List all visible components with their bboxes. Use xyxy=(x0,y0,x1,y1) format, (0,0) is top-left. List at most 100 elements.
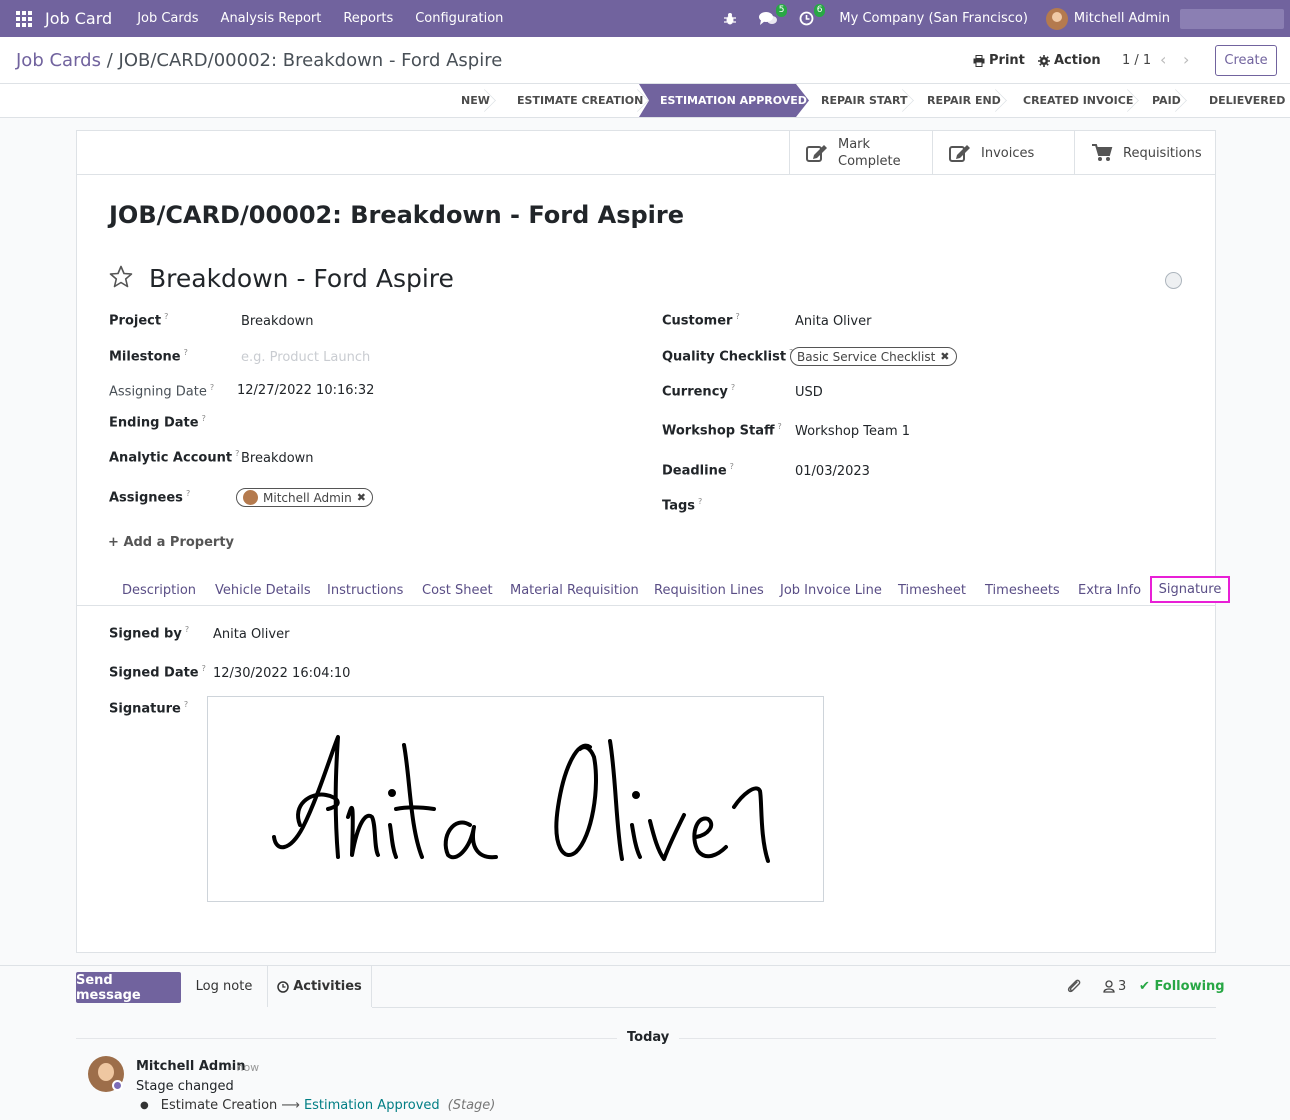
tab-timesheets[interactable]: Timesheets xyxy=(985,583,1060,598)
currency-field[interactable]: USD xyxy=(795,385,823,400)
analytic-account-label: Analytic Account? xyxy=(109,449,239,465)
star-icon[interactable] xyxy=(109,265,133,292)
add-property-button[interactable]: + Add a Property xyxy=(108,535,234,550)
remove-tag-icon[interactable]: ✖ xyxy=(940,350,949,363)
ending-date-label: Ending Date? xyxy=(109,414,206,430)
breadcrumb-parent[interactable]: Job Cards xyxy=(16,50,101,71)
create-button[interactable]: Create xyxy=(1215,45,1277,76)
breadcrumb-current: JOB/CARD/00002: Breakdown - Ford Aspire xyxy=(118,50,503,71)
pager-previous-icon[interactable]: ‹ xyxy=(1160,50,1166,69)
invoices-button[interactable]: Invoices xyxy=(932,131,1074,175)
pager-value[interactable]: 1 / 1 xyxy=(1122,53,1151,68)
action-button[interactable]: Action xyxy=(1038,53,1101,68)
mark-label: Mark xyxy=(838,137,871,152)
requisitions-button[interactable]: Requisitions xyxy=(1074,131,1215,175)
pager-next-icon[interactable]: › xyxy=(1183,50,1189,69)
breadcrumb-separator: / xyxy=(106,50,113,71)
user-avatar[interactable] xyxy=(1045,7,1068,30)
milestone-field[interactable]: e.g. Product Launch xyxy=(241,350,370,365)
paperclip-icon[interactable] xyxy=(1066,978,1082,998)
tab-timesheet[interactable]: Timesheet xyxy=(898,583,966,598)
help-marker: ? xyxy=(183,700,189,709)
assignees-label: Assignees? xyxy=(109,489,190,505)
kanban-state-indicator[interactable] xyxy=(1165,272,1182,289)
stage-estimate-creation[interactable]: ESTIMATE CREATION xyxy=(517,84,643,117)
signed-date-field[interactable]: 12/30/2022 16:04:10 xyxy=(213,666,350,681)
tracking-value-line: ● Estimate Creation ⟶ Estimation Approve… xyxy=(140,1098,495,1113)
messages-icon[interactable]: 5 xyxy=(759,3,788,28)
print-icon xyxy=(973,54,985,67)
mark-complete-button[interactable]: Mark Complete xyxy=(789,131,932,175)
tab-instructions[interactable]: Instructions xyxy=(327,583,403,598)
workshop-staff-field[interactable]: Workshop Team 1 xyxy=(795,424,910,439)
assignee-avatar xyxy=(243,490,258,505)
help-marker: ? xyxy=(735,312,740,321)
tab-vehicle-details[interactable]: Vehicle Details xyxy=(215,583,311,598)
stage-statusbar: NEW ESTIMATE CREATION ESTIMATION APPROVE… xyxy=(0,84,1290,118)
assignee-tag[interactable]: Mitchell Admin ✖ xyxy=(236,488,373,507)
signed-by-label-text: Signed by xyxy=(109,626,182,642)
followers-button[interactable]: 3 xyxy=(1103,979,1126,994)
user-menu[interactable]: Mitchell Admin xyxy=(1074,11,1170,26)
analytic-account-field[interactable]: Breakdown xyxy=(241,451,314,466)
following-button[interactable]: ✔ Following xyxy=(1139,979,1225,994)
stage-estimation-approved[interactable]: ESTIMATION APPROVED xyxy=(639,84,809,117)
tags-label: Tags? xyxy=(662,497,702,513)
signed-date-label-text: Signed Date xyxy=(109,665,199,681)
quality-checklist-label-text: Quality Checklist xyxy=(662,349,787,365)
tab-signature[interactable]: Signature xyxy=(1150,576,1230,603)
signed-by-field[interactable]: Anita Oliver xyxy=(213,627,289,642)
tab-extra-info[interactable]: Extra Info xyxy=(1078,583,1141,598)
requisitions-label: Requisitions xyxy=(1123,145,1202,161)
check-icon: ✔ xyxy=(1139,979,1150,994)
following-label: Following xyxy=(1154,979,1225,994)
help-marker: ? xyxy=(201,664,206,673)
activities-clock-icon[interactable]: 6 xyxy=(797,3,826,28)
tab-cost-sheet[interactable]: Cost Sheet xyxy=(422,583,493,598)
stage-paid[interactable]: PAID xyxy=(1152,84,1181,117)
activities-button[interactable]: Activities xyxy=(267,966,372,1007)
stage-delievered[interactable]: DELIEVERED xyxy=(1209,84,1285,117)
assigning-date-field[interactable]: 12/27/2022 10:16:32 xyxy=(237,383,374,398)
stage-created-invoice[interactable]: CREATED INVOICE xyxy=(1023,84,1133,117)
print-label: Print xyxy=(989,53,1025,68)
remove-tag-icon[interactable]: ✖ xyxy=(357,491,366,504)
date-separator: Today xyxy=(617,1030,680,1045)
deadline-field[interactable]: 01/03/2023 xyxy=(795,464,870,479)
quality-checklist-tag[interactable]: Basic Service Checklist ✖ xyxy=(790,347,957,366)
tab-description[interactable]: Description xyxy=(122,583,196,598)
send-message-button[interactable]: Send message xyxy=(76,972,181,1003)
menu-job-cards[interactable]: Job Cards xyxy=(137,11,198,26)
stage-repair-end[interactable]: REPAIR END xyxy=(927,84,1001,117)
message-time: - now xyxy=(229,1061,260,1074)
activities-label: Activities xyxy=(293,979,362,994)
tab-requisition-lines[interactable]: Requisition Lines xyxy=(654,583,764,598)
task-name[interactable]: Breakdown - Ford Aspire xyxy=(149,264,454,293)
menu-configuration[interactable]: Configuration xyxy=(415,11,503,26)
app-title[interactable]: Job Card xyxy=(45,9,112,28)
debug-bug-icon[interactable] xyxy=(721,10,739,28)
signature-label: Signature? xyxy=(109,700,188,716)
customer-label: Customer? xyxy=(662,312,740,328)
help-marker: ? xyxy=(730,383,736,392)
menu-analysis-report[interactable]: Analysis Report xyxy=(221,11,322,26)
assigning-date-label-text: Assigning Date xyxy=(109,384,207,400)
log-note-button[interactable]: Log note xyxy=(181,966,267,1007)
help-marker: ? xyxy=(235,449,240,458)
apps-menu-icon[interactable] xyxy=(16,10,34,28)
stage-repair-start[interactable]: REPAIR START xyxy=(821,84,908,117)
customer-label-text: Customer xyxy=(662,313,733,329)
deadline-label: Deadline? xyxy=(662,462,734,478)
project-field[interactable]: Breakdown xyxy=(241,314,314,329)
project-label: Project? xyxy=(109,312,168,328)
bullet-icon: ● xyxy=(140,1100,149,1111)
menu-reports[interactable]: Reports xyxy=(343,11,393,26)
signature-image[interactable] xyxy=(207,696,824,902)
stage-new[interactable]: NEW xyxy=(461,84,490,117)
tab-job-invoice-line[interactable]: Job Invoice Line xyxy=(780,583,882,598)
customer-field[interactable]: Anita Oliver xyxy=(795,314,871,329)
tab-material-requisition[interactable]: Material Requisition xyxy=(510,583,639,598)
company-switcher[interactable]: My Company (San Francisco) xyxy=(839,11,1027,26)
print-button[interactable]: Print xyxy=(973,53,1025,68)
form-sheet: Mark Complete Invoices Requisitions JOB/C… xyxy=(76,130,1230,953)
